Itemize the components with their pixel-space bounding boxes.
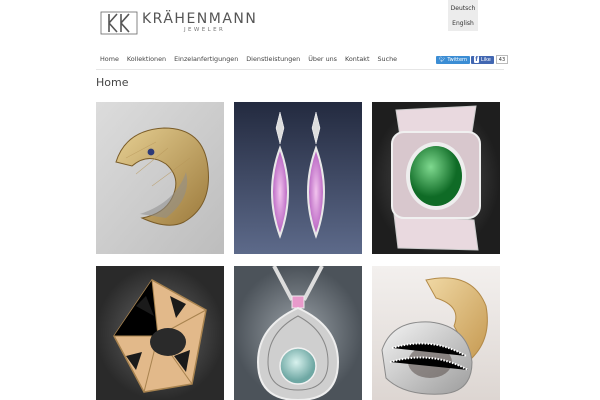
brand-tagline: JEWELER: [184, 27, 226, 34]
jewelry-image-pink-earrings[interactable]: [234, 102, 362, 254]
jewelry-image-green-cuff[interactable]: [372, 102, 500, 254]
logo[interactable]: KRÄHENMANN JEWELER: [100, 10, 257, 36]
twitter-icon: 🐦︎: [439, 56, 446, 63]
page-title: Home: [96, 76, 129, 89]
facebook-like-button[interactable]: f Like: [471, 55, 494, 64]
language-deutsch[interactable]: Deutsch: [448, 0, 478, 16]
jewelry-image-diamond-rings[interactable]: [372, 266, 500, 400]
facebook-label: Like: [480, 56, 491, 63]
main-nav: Home Kollektionen Einzelanfertigungen Di…: [100, 55, 397, 63]
jewelry-image-aquamarine-pendant[interactable]: [234, 266, 362, 400]
jewelry-image-geometric-ring[interactable]: [96, 266, 224, 400]
nav-dienstleistungen[interactable]: Dienstleistungen: [246, 55, 300, 63]
logo-mark-icon: [100, 11, 138, 35]
jewelry-image-bird-brooch[interactable]: [96, 102, 224, 254]
nav-einzelanfertigungen[interactable]: Einzelanfertigungen: [174, 55, 238, 63]
nav-kollektionen[interactable]: Kollektionen: [127, 55, 166, 63]
header-divider: [96, 69, 504, 70]
nav-home[interactable]: Home: [100, 55, 119, 63]
brand-name: KRÄHENMANN: [142, 11, 258, 28]
social-share: 🐦︎ Twittern f Like 43: [436, 55, 509, 64]
like-count: 43: [495, 55, 509, 64]
nav-ueber-uns[interactable]: Über uns: [308, 55, 337, 63]
language-english[interactable]: English: [448, 15, 478, 31]
twitter-button[interactable]: 🐦︎ Twittern: [436, 55, 471, 64]
nav-kontakt[interactable]: Kontakt: [345, 55, 369, 63]
twitter-label: Twittern: [447, 56, 468, 63]
nav-suche[interactable]: Suche: [377, 55, 397, 63]
facebook-icon: f: [474, 56, 479, 63]
